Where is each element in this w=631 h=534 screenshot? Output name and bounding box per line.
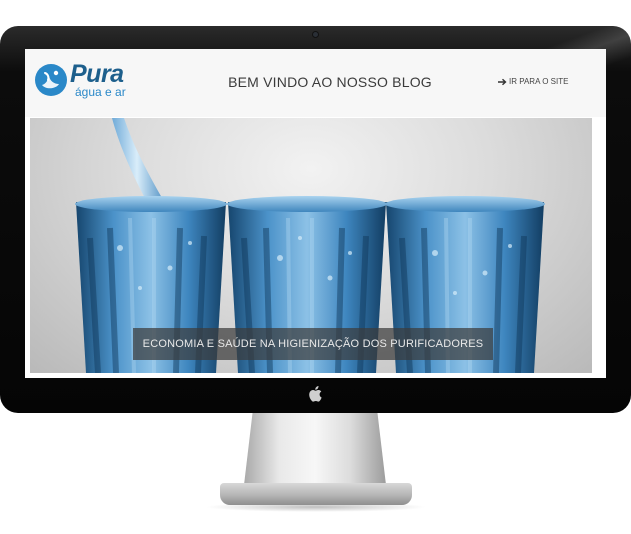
hero-banner[interactable]: ECONOMIA E SAÚDE NA HIGIENIZAÇÃO DOS PUR… (30, 118, 592, 373)
screen: Pura água e ar BEM VINDO AO NOSSO BLOG I… (25, 49, 606, 378)
monitor-stand-base (220, 483, 412, 505)
water-stream (112, 118, 162, 204)
brand-tagline: água e ar (75, 85, 126, 99)
blog-header: Pura água e ar BEM VINDO AO NOSSO BLOG I… (25, 49, 606, 117)
camera-icon (313, 32, 318, 37)
monitor-stand-neck (244, 413, 386, 485)
go-to-site-label: IR PARA O SITE (509, 77, 569, 86)
logo[interactable]: Pura água e ar (34, 60, 154, 105)
hero-caption[interactable]: ECONOMIA E SAÚDE NA HIGIENIZAÇÃO DOS PUR… (133, 328, 493, 360)
water-drop-icon (35, 64, 67, 96)
arrow-right-icon (498, 78, 507, 86)
go-to-site-link[interactable]: IR PARA O SITE (498, 75, 568, 89)
page-title: BEM VINDO AO NOSSO BLOG (228, 74, 432, 90)
apple-logo-icon (309, 386, 322, 402)
